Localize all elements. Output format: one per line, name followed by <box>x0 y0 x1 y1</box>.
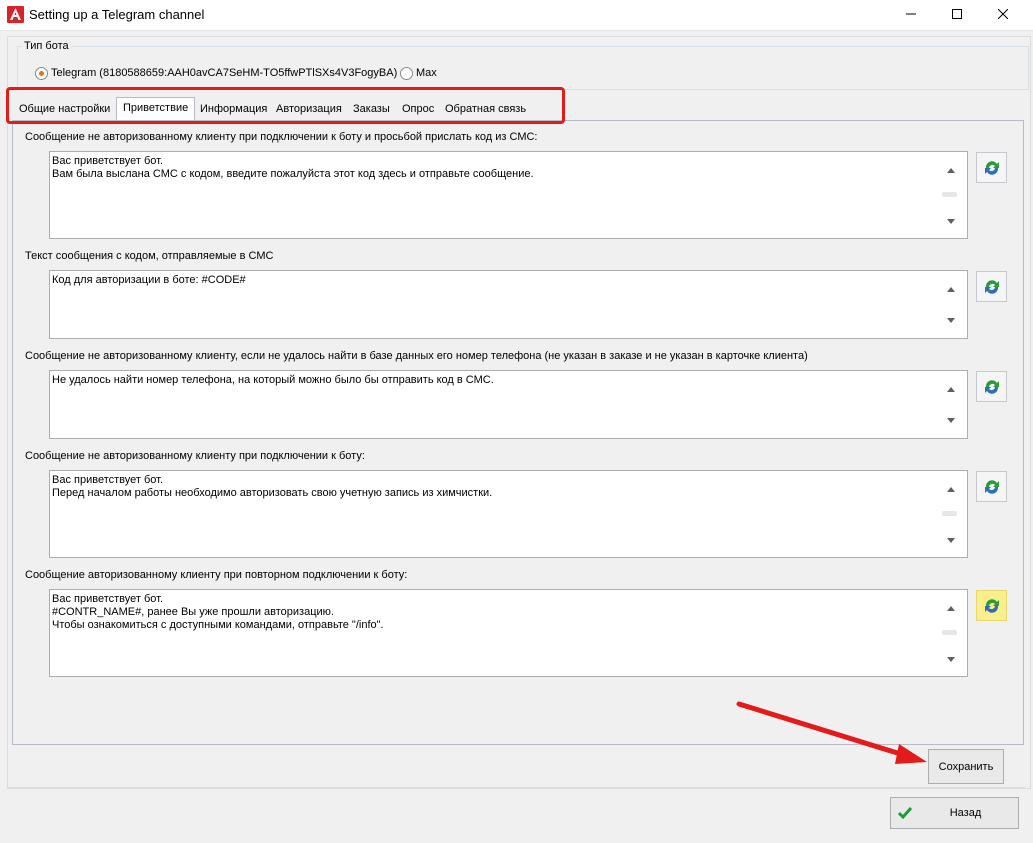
message-text-2[interactable]: Код для авторизации в боте: #CODE# <box>52 274 246 287</box>
tabs-highlight-annotation <box>6 87 565 124</box>
title-bar: Setting up a Telegram channel <box>0 0 1033 31</box>
section-label-3: Сообщение не авторизованному клиенту, ес… <box>25 350 808 362</box>
back-button-label: Назад <box>949 807 982 819</box>
scroll-down-icon[interactable] <box>947 318 955 324</box>
maximize-button[interactable] <box>934 0 980 30</box>
app-logo-icon <box>7 6 24 23</box>
window-title: Setting up a Telegram channel <box>29 7 205 22</box>
minimize-button[interactable] <box>888 0 934 30</box>
refresh-icon <box>985 380 999 394</box>
scroll-down-icon[interactable] <box>947 657 955 663</box>
back-button[interactable]: Назад <box>890 797 1019 829</box>
scrollbar-thumb[interactable] <box>942 511 957 516</box>
scroll-up-icon[interactable] <box>947 286 955 292</box>
scroll-up-icon[interactable] <box>947 167 955 173</box>
refresh-icon <box>985 480 999 494</box>
reset-default-button-5[interactable] <box>976 590 1007 621</box>
reset-default-button-3[interactable] <box>976 371 1007 402</box>
reset-default-button-2[interactable] <box>976 271 1007 302</box>
message-field-3[interactable]: Не удалось найти номер телефона, на кото… <box>49 370 968 439</box>
reset-default-button-1[interactable] <box>976 152 1007 183</box>
message-text-1[interactable]: Вас приветствует бот. Вам была выслана С… <box>52 155 534 181</box>
message-field-2[interactable]: Код для авторизации в боте: #CODE# <box>49 270 968 339</box>
message-field-4[interactable]: Вас приветствует бот. Перед началом рабо… <box>49 470 968 558</box>
scroll-up-icon[interactable] <box>947 386 955 392</box>
refresh-icon <box>985 161 999 175</box>
divider <box>7 787 1025 788</box>
scroll-up-icon[interactable] <box>947 605 955 611</box>
section-label-4: Сообщение не авторизованному клиенту при… <box>25 450 365 462</box>
scroll-down-icon[interactable] <box>947 418 955 424</box>
message-field-1[interactable]: Вас приветствует бот. Вам была выслана С… <box>49 151 968 239</box>
scrollbar-thumb[interactable] <box>942 192 957 197</box>
message-text-5[interactable]: Вас приветствует бот. #CONTR_NAME#, ране… <box>52 593 384 632</box>
message-field-5[interactable]: Вас приветствует бот. #CONTR_NAME#, ране… <box>49 589 968 677</box>
scroll-up-icon[interactable] <box>947 486 955 492</box>
refresh-icon <box>985 280 999 294</box>
save-button[interactable]: Сохранить <box>928 749 1004 784</box>
message-text-4[interactable]: Вас приветствует бот. Перед началом рабо… <box>52 474 492 500</box>
radio-telegram-label[interactable]: Telegram (8180588659:AAH0avCA7SeHM-TO5ff… <box>51 67 397 79</box>
scrollbar-thumb[interactable] <box>942 630 957 635</box>
bot-type-legend: Тип бота <box>22 40 71 52</box>
scroll-down-icon[interactable] <box>947 219 955 225</box>
close-button[interactable] <box>980 0 1026 30</box>
message-text-3[interactable]: Не удалось найти номер телефона, на кото… <box>52 374 494 387</box>
section-label-1: Сообщение не авторизованному клиенту при… <box>25 131 538 143</box>
section-label-5: Сообщение авторизованному клиенту при по… <box>25 569 408 581</box>
maximize-icon <box>952 9 962 19</box>
minimize-icon <box>906 13 916 15</box>
radio-max-label[interactable]: Max <box>416 67 437 79</box>
arrow-annotation-icon <box>736 701 927 764</box>
reset-default-button-4[interactable] <box>976 471 1007 502</box>
close-icon <box>998 9 1008 19</box>
section-label-2: Текст сообщения с кодом, отправляемые в … <box>25 250 274 262</box>
radio-max[interactable] <box>400 67 413 80</box>
radio-telegram[interactable] <box>35 67 48 80</box>
refresh-icon <box>985 599 999 613</box>
scroll-down-icon[interactable] <box>947 538 955 544</box>
